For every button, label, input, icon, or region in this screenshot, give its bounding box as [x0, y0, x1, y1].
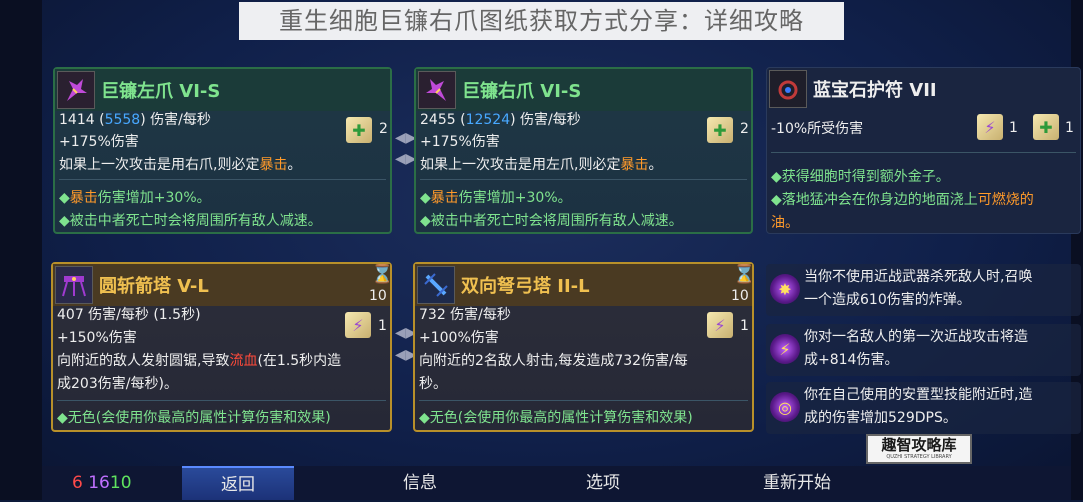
divider: [419, 400, 748, 401]
claw-weapon-icon: [57, 71, 95, 109]
survival-scroll-icon: ✚: [1033, 114, 1059, 140]
card-title: 蓝宝石护符 VII: [813, 80, 937, 101]
tactics-scroll-icon: ⚡: [345, 312, 371, 338]
info-button[interactable]: 信息: [364, 466, 476, 500]
restart-button[interactable]: 重新开始: [722, 466, 872, 500]
green-scroll-count: 1: [1065, 120, 1074, 136]
amulet-bonus-2: ◆落地猛冲会在你身边的地面浇上可燃烧的: [771, 192, 1034, 208]
weapon-card-left-claw[interactable]: 巨镰左爪 VI-S 1414 (5558) 伤害/每秒 +175%伤害 ✚ 2 …: [53, 67, 392, 234]
damage-bonus: +150%伤害: [57, 330, 137, 346]
amulet-card[interactable]: 蓝宝石护符 VII -10%所受伤害 ⚡ 1 ✚ 1 ◆获得细胞时得到额外金子。…: [766, 67, 1081, 234]
mutation-description: 当你不使用近战武器杀死敌人时,召唤 一个造成610伤害的炸弹。: [804, 269, 1033, 308]
options-button[interactable]: 选项: [547, 466, 659, 500]
divider: [57, 400, 386, 401]
effect-description-2: 成203伤害/每秒)。: [57, 376, 178, 392]
cooldown-seconds: 10: [731, 288, 749, 304]
card-title: 圆斩箭塔 V-L: [99, 276, 209, 297]
sapphire-amulet-icon: [769, 70, 807, 108]
skill-card-double-crossbow[interactable]: 双向弩弓塔 II-L ⌛ 10 732 伤害/每秒 +100%伤害 ⚡ 1 向附…: [413, 262, 756, 432]
article-title-banner: 重生细胞巨镰右爪图纸获取方式分享：详细攻略: [239, 2, 844, 40]
cooldown-seconds: 10: [369, 288, 387, 304]
swap-arrow-right-icon: ◀▶: [395, 347, 417, 363]
bottom-menu-bar: 6 1610 返回 信息 选项 重新开始: [42, 466, 1071, 500]
tactics-scroll-icon: ⚡: [707, 312, 733, 338]
card-title: 巨镰左爪 VI-S: [101, 81, 221, 102]
back-button[interactable]: 返回: [182, 466, 294, 500]
stat-counters: 6 1610: [72, 466, 132, 500]
purple-scroll-count: 1: [1009, 120, 1018, 136]
bonus-line-1: ◆暴击伤害增加+30%。: [59, 190, 211, 206]
dps-line: 2455 (12524) 伤害/每秒: [420, 112, 581, 128]
crossbow-skill-icon: [417, 266, 455, 304]
damage-bonus: +175%伤害: [420, 134, 500, 150]
bonus-line-1: ◆暴击伤害增加+30%。: [420, 190, 572, 206]
turret-skill-icon: [55, 266, 93, 304]
hourglass-icon: ⌛: [371, 264, 394, 285]
divider: [771, 152, 1076, 153]
bonus-line-2: ◆被击中者死亡时会将周围所有敌人减速。: [420, 213, 683, 229]
swap-arrow-right-icon: ◀▶: [395, 151, 417, 167]
divider: [59, 179, 386, 180]
swap-arrow-left-icon: ◀▶: [395, 130, 417, 146]
scroll-count: 1: [378, 318, 387, 334]
bomb-icon: ✸: [770, 274, 800, 304]
amulet-bonus-1: ◆获得细胞时得到额外金子。: [771, 169, 950, 185]
skill-card-sawblade-turret[interactable]: 圆斩箭塔 V-L ⌛ 10 407 伤害/每秒 (1.5秒) +150%伤害 ⚡…: [51, 262, 394, 432]
mutation-item-2[interactable]: ⚡ 你对一名敌人的第一次近战攻击将造 成+814伤害。: [766, 324, 1081, 376]
damage-reduction: -10%所受伤害: [771, 121, 864, 137]
strategy-library-logo: 趣智攻略库 QUZHI STRATEGY LIBRARY: [866, 434, 972, 464]
effect-description-1: 向附近的2名敌人射击,每发造成732伤害/每: [419, 353, 688, 369]
swap-arrow-left-icon: ◀▶: [395, 325, 417, 341]
scroll-count: 2: [740, 121, 749, 137]
colorless-note: ◆无色(会使用你最高的属性计算伤害和效果): [57, 410, 331, 426]
mutation-description: 你对一名敌人的第一次近战攻击将造 成+814伤害。: [804, 329, 1028, 368]
scroll-count: 1: [740, 318, 749, 334]
dps-line: 1414 (5558) 伤害/每秒: [59, 112, 211, 128]
power-scroll-icon: ✚: [707, 117, 733, 143]
damage-bonus: +100%伤害: [419, 330, 499, 346]
power-scroll-icon: ✚: [346, 117, 372, 143]
mutation-description: 你在自己使用的安置型技能附近时,造 成的伤害增加529DPS。: [804, 387, 1033, 426]
effect-description: 如果上一次攻击是用左爪,则必定暴击。: [420, 157, 663, 173]
divider: [420, 179, 747, 180]
dps-line: 732 伤害/每秒: [419, 307, 511, 323]
brutality-stat: 6: [72, 473, 83, 493]
colorless-note: ◆无色(会使用你最高的属性计算伤害和效果): [419, 410, 693, 426]
card-title: 双向弩弓塔 II-L: [461, 276, 590, 297]
effect-description: 如果上一次攻击是用右爪,则必定暴击。: [59, 157, 302, 173]
scroll-count: 2: [379, 121, 388, 137]
mutation-item-3[interactable]: ◎ 你在自己使用的安置型技能附近时,造 成的伤害增加529DPS。: [766, 382, 1081, 434]
tactics-scroll-icon: ⚡: [977, 114, 1003, 140]
claw-weapon-icon: [418, 71, 456, 109]
card-title: 巨镰右爪 VI-S: [462, 81, 582, 102]
orb-icon: ◎: [770, 392, 800, 422]
amulet-bonus-2-cont: 油。: [771, 215, 799, 231]
effect-description-2: 秒。: [419, 376, 447, 392]
tactics-stat: 16: [88, 473, 110, 493]
damage-bonus: +175%伤害: [59, 134, 139, 150]
weapon-card-right-claw[interactable]: 巨镰右爪 VI-S 2455 (12524) 伤害/每秒 +175%伤害 ✚ 2…: [414, 67, 753, 234]
lightning-icon: ⚡: [770, 334, 800, 364]
dps-line: 407 伤害/每秒 (1.5秒): [57, 307, 201, 323]
left-edge: [0, 0, 42, 500]
bonus-line-2: ◆被击中者死亡时会将周围所有敌人减速。: [59, 213, 322, 229]
survival-stat: 10: [109, 473, 132, 493]
mutation-item-1[interactable]: ✸ 当你不使用近战武器杀死敌人时,召唤 一个造成610伤害的炸弹。: [766, 264, 1081, 316]
hourglass-icon: ⌛: [733, 264, 756, 285]
effect-description-1: 向附近的敌人发射圆锯,导致流血(在1.5秒内造: [57, 353, 342, 369]
